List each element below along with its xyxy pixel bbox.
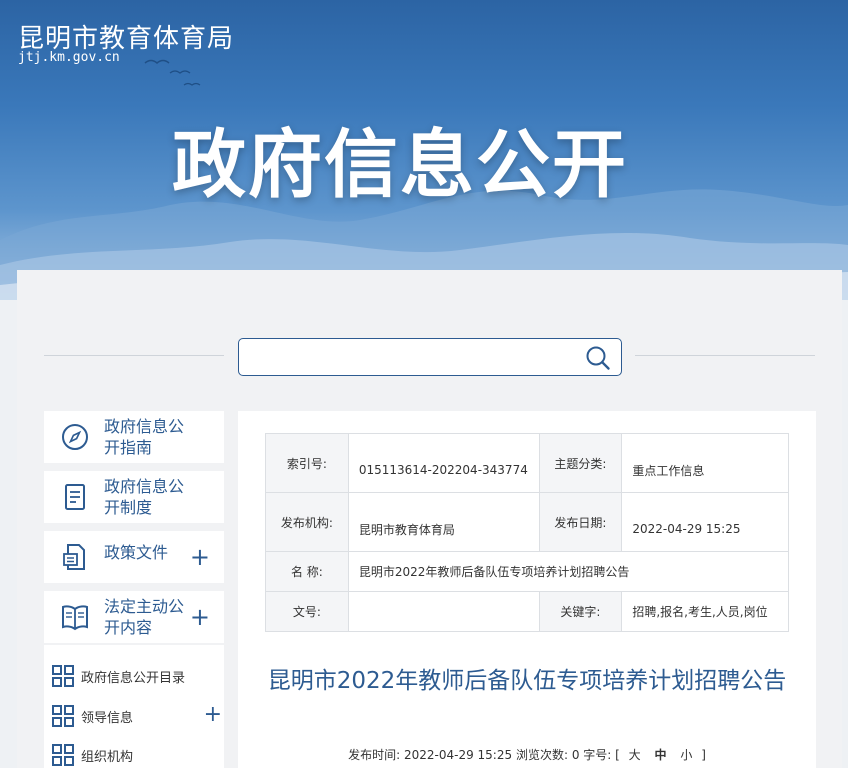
article-meta: 发布时间: 2022-04-29 15:25 浏览次数: 0 字号: [ 大 中… (265, 746, 789, 763)
meta-category-label: 主题分类: (538, 433, 623, 493)
article-card: 索引号: 015113614-202204-343774 主题分类: 重点工作信… (238, 411, 816, 768)
sidebar-sub-list: 政府信息公开目录 领导信息 + 组织机构 (44, 645, 224, 768)
meta-publisher-label: 发布机构: (265, 492, 349, 552)
sidebar-item-policy[interactable]: 政策文件 + (44, 531, 224, 583)
meta-name-value: 昆明市2022年教师后备队伍专项培养计划招聘公告 (347, 551, 790, 592)
search-divider-right (635, 355, 815, 356)
table-row: 索引号: 015113614-202204-343774 主题分类: 重点工作信… (265, 433, 789, 493)
sidebar-item-label: 政策文件 (104, 543, 169, 562)
sub-item-label: 政府信息公开目录 (81, 671, 186, 686)
views-count: 0 (571, 748, 580, 762)
sub-item-label: 组织机构 (81, 750, 134, 765)
bracket-close: ] (701, 748, 706, 762)
search-box (238, 338, 622, 376)
sidebar-item-system[interactable]: 政府信息公开制度 (44, 471, 224, 523)
meta-keywords-value: 招聘,报名,考生,人员,岗位 (621, 591, 789, 632)
publish-time-label: 发布时间: (348, 748, 401, 762)
sub-item-leaders[interactable]: 领导信息 + (52, 702, 222, 729)
main-panel: 政府信息公开指南 政府信息公开制度 政策文件 + 法定主动公开内容 + 政府信息… (17, 270, 842, 768)
table-row: 名 称: 昆明市2022年教师后备队伍专项培养计划招聘公告 (265, 551, 790, 592)
hero-title: 政府信息公开 (172, 122, 628, 208)
sub-item-catalog[interactable]: 政府信息公开目录 (52, 665, 222, 689)
font-large-button[interactable]: 大 (624, 748, 646, 762)
expand-icon[interactable]: + (190, 605, 210, 629)
document-icon (65, 484, 85, 510)
views-label: 浏览次数: (515, 748, 568, 762)
search-icon[interactable] (585, 345, 611, 371)
birds-icon (144, 59, 201, 86)
bracket-open: [ (615, 748, 620, 762)
sidebar-item-label: 法定主动公开内容 (104, 597, 185, 637)
compass-icon (62, 424, 88, 450)
expand-icon[interactable]: + (190, 545, 210, 569)
sidebar-item-label: 政府信息公开制度 (104, 477, 185, 517)
site-domain: jtj.km.gov.cn (18, 50, 120, 65)
search-divider-left (44, 355, 224, 356)
sidebar-item-guide[interactable]: 政府信息公开指南 (44, 411, 224, 463)
book-icon (62, 605, 88, 631)
meta-docno-label: 文号: (265, 591, 349, 632)
font-small-button[interactable]: 小 (675, 748, 697, 762)
meta-table: 索引号: 015113614-202204-343774 主题分类: 重点工作信… (265, 433, 790, 632)
font-size-label: 字号: (583, 748, 612, 762)
policy-file-icon (63, 544, 85, 570)
meta-index-value: 015113614-202204-343774 (347, 433, 540, 493)
table-row: 发布机构: 昆明市教育体育局 发布日期: 2022-04-29 15:25 (265, 492, 789, 552)
meta-name-label: 名 称: (265, 551, 349, 592)
header-banner: 昆明市教育体育局 jtj.km.gov.cn 政府信息公开 (0, 0, 848, 300)
article-title: 昆明市2022年教师后备队伍专项培养计划招聘公告 (267, 668, 787, 694)
meta-keywords-label: 关键字: (538, 591, 623, 632)
meta-date-label: 发布日期: (538, 492, 623, 552)
sidebar-item-label: 政府信息公开指南 (104, 417, 185, 457)
font-medium-button[interactable]: 中 (650, 748, 672, 762)
meta-docno-value (347, 591, 540, 632)
search-input[interactable] (247, 344, 577, 370)
meta-index-label: 索引号: (265, 433, 349, 493)
sub-item-label: 领导信息 (81, 711, 134, 726)
grid-icon (52, 744, 74, 766)
sub-item-organization[interactable]: 组织机构 (52, 744, 222, 768)
meta-category-value: 重点工作信息 (621, 433, 789, 493)
meta-date-value: 2022-04-29 15:25 (621, 492, 789, 552)
table-row: 文号: 关键字: 招聘,报名,考生,人员,岗位 (265, 591, 789, 632)
expand-icon[interactable]: + (204, 702, 222, 727)
grid-icon (52, 665, 74, 687)
publish-time: 2022-04-29 15:25 (403, 748, 513, 762)
grid-icon (52, 705, 74, 727)
meta-publisher-value: 昆明市教育体育局 (347, 492, 540, 552)
sidebar-item-statutory[interactable]: 法定主动公开内容 + (44, 591, 224, 643)
